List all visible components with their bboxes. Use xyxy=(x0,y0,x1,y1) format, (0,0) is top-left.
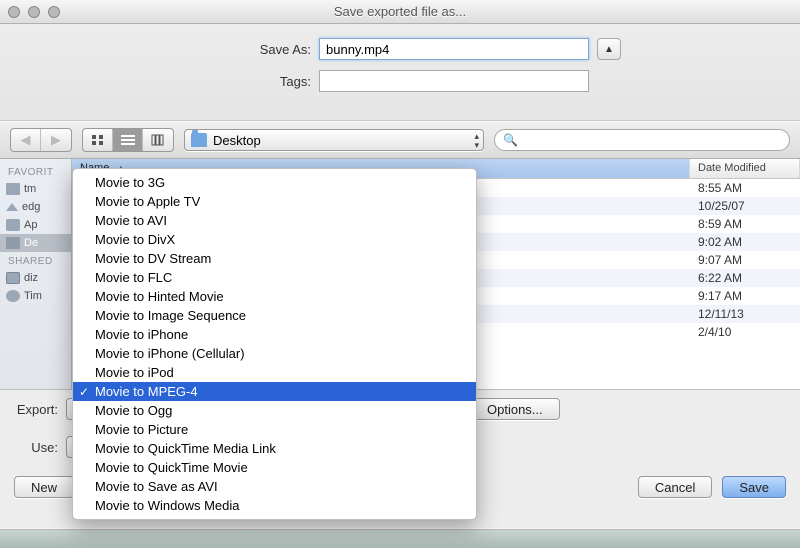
export-option[interactable]: Movie to iPod xyxy=(73,363,476,382)
home-icon xyxy=(6,203,18,211)
export-option[interactable]: Movie to Apple TV xyxy=(73,192,476,211)
export-option[interactable]: Movie to AVI xyxy=(73,211,476,230)
tags-input[interactable] xyxy=(319,70,589,92)
row-date: 8:59 AM xyxy=(690,217,800,231)
back-button[interactable]: ◀ xyxy=(11,129,41,151)
sidebar-header-shared: SHARED xyxy=(0,252,71,269)
row-date: 2/4/10 xyxy=(690,325,800,339)
sidebar-item[interactable]: edg xyxy=(0,198,71,216)
export-option[interactable]: Movie to Hinted Movie xyxy=(73,287,476,306)
sidebar-item[interactable]: Ap xyxy=(0,216,71,234)
sidebar-item[interactable]: Tim xyxy=(0,287,71,305)
sidebar-item[interactable]: tm xyxy=(0,180,71,198)
column-date[interactable]: Date Modified xyxy=(690,159,800,178)
column-date-label: Date Modified xyxy=(698,162,766,174)
chevron-updown-icon: ▴▾ xyxy=(474,132,479,150)
export-label: Export: xyxy=(12,402,58,417)
save-as-label: Save As: xyxy=(111,42,311,57)
sidebar-item[interactable]: De xyxy=(0,234,71,252)
forward-button[interactable]: ▶ xyxy=(41,129,71,151)
save-button[interactable]: Save xyxy=(722,476,786,498)
app-icon xyxy=(6,219,20,231)
sidebar-item-label: Ap xyxy=(24,219,37,231)
location-label: Desktop xyxy=(213,133,261,148)
export-option[interactable]: Movie to DivX xyxy=(73,230,476,249)
new-folder-button[interactable]: New xyxy=(14,476,74,498)
row-date: 8:55 AM xyxy=(690,181,800,195)
sidebar: FAVORIT tm edg Ap De SHARED diz Tim xyxy=(0,159,72,389)
disk-icon xyxy=(6,272,20,284)
export-option[interactable]: Movie to DV Stream xyxy=(73,249,476,268)
sidebar-item[interactable]: diz xyxy=(0,269,71,287)
cancel-button[interactable]: Cancel xyxy=(638,476,712,498)
nav-back-forward: ◀ ▶ xyxy=(10,128,72,152)
export-option[interactable]: Movie to Ogg xyxy=(73,401,476,420)
export-option[interactable]: Movie to MPEG-4 xyxy=(73,382,476,401)
sidebar-item-label: tm xyxy=(24,183,36,195)
list-view-button[interactable] xyxy=(113,129,143,151)
time-icon xyxy=(6,290,20,302)
row-date: 6:22 AM xyxy=(690,271,800,285)
row-date: 10/25/07 xyxy=(690,199,800,213)
sidebar-item-label: De xyxy=(24,237,38,249)
row-date: 9:02 AM xyxy=(690,235,800,249)
file-toolbar: ◀ ▶ Desktop ▴▾ 🔍 xyxy=(0,121,800,159)
export-option[interactable]: Movie to Picture xyxy=(73,420,476,439)
export-option[interactable]: Movie to Image Sequence xyxy=(73,306,476,325)
save-as-input[interactable] xyxy=(319,38,589,60)
desk-icon xyxy=(6,237,20,249)
export-option[interactable]: Movie to iPhone xyxy=(73,325,476,344)
view-mode-segment xyxy=(82,128,174,152)
titlebar: Save exported file as... xyxy=(0,0,800,24)
row-date: 12/11/13 xyxy=(690,307,800,321)
export-option[interactable]: Movie to QuickTime Media Link xyxy=(73,439,476,458)
row-date: 9:07 AM xyxy=(690,253,800,267)
export-dropdown-menu[interactable]: Movie to 3GMovie to Apple TVMovie to AVI… xyxy=(72,168,477,520)
folder-icon xyxy=(191,133,207,147)
export-option[interactable]: Movie to FLC xyxy=(73,268,476,287)
options-button[interactable]: Options... xyxy=(470,398,560,420)
folder-icon xyxy=(6,183,20,195)
sidebar-item-label: diz xyxy=(24,272,38,284)
export-option[interactable]: Movie to iPhone (Cellular) xyxy=(73,344,476,363)
use-label: Use: xyxy=(12,440,58,455)
search-icon: 🔍 xyxy=(503,133,518,147)
tags-label: Tags: xyxy=(111,74,311,89)
export-option[interactable]: Movie to QuickTime Movie xyxy=(73,458,476,477)
export-option[interactable]: Movie to Windows Media xyxy=(73,496,476,515)
export-option[interactable]: Movie to Save as AVI xyxy=(73,477,476,496)
column-view-button[interactable] xyxy=(143,129,173,151)
window-title: Save exported file as... xyxy=(0,4,800,19)
export-option[interactable]: Movie to 3G xyxy=(73,173,476,192)
row-date: 9:17 AM xyxy=(690,289,800,303)
sidebar-header-favorites: FAVORIT xyxy=(0,163,71,180)
location-popup[interactable]: Desktop ▴▾ xyxy=(184,129,484,151)
expand-dialog-button[interactable]: ▲ xyxy=(597,38,621,60)
icon-view-button[interactable] xyxy=(83,129,113,151)
sidebar-item-label: Tim xyxy=(24,290,42,302)
search-input[interactable]: 🔍 xyxy=(494,129,790,151)
sidebar-item-label: edg xyxy=(22,201,40,213)
